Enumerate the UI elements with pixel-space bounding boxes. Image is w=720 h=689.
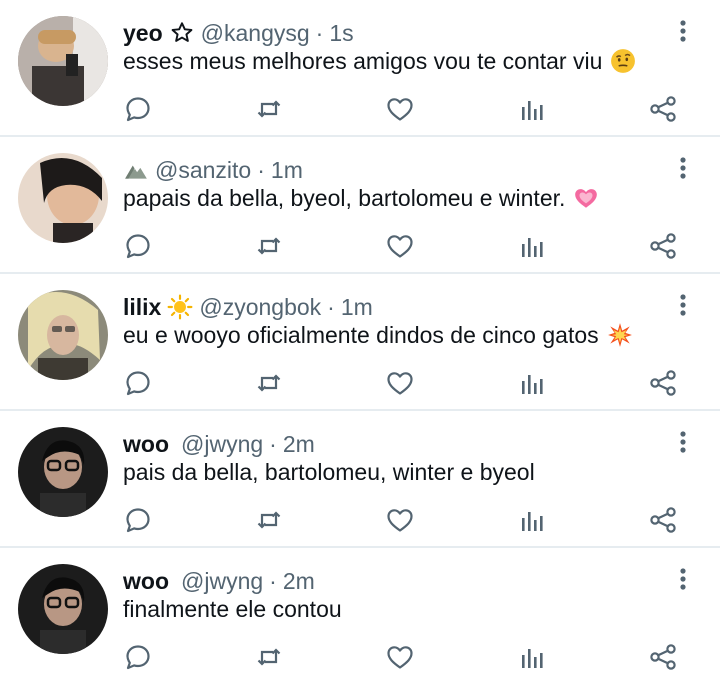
raised-eyebrow-face-icon — [610, 48, 636, 74]
action-bar — [0, 231, 720, 261]
reply-icon[interactable] — [123, 94, 153, 124]
display-name[interactable]: woo — [123, 429, 169, 459]
tweet-feed: yeo @kangysg · 1s esses meus melhores am… — [0, 0, 720, 685]
more-options-icon[interactable] — [672, 292, 694, 318]
tweet-body: eu e wooyo oficialmente dindos de cinco … — [123, 322, 599, 348]
more-options-icon[interactable] — [672, 18, 694, 44]
share-icon[interactable] — [648, 505, 678, 535]
action-bar — [0, 368, 720, 398]
user-handle[interactable]: @jwyng — [181, 566, 263, 596]
separator: · — [257, 157, 265, 183]
reply-icon[interactable] — [123, 642, 153, 672]
reply-icon[interactable] — [123, 505, 153, 535]
separator: · — [269, 568, 277, 594]
tweet-body: finalmente ele contou — [123, 596, 342, 622]
user-handle[interactable]: @zyongbok — [199, 292, 321, 322]
reply-icon[interactable] — [123, 368, 153, 398]
share-icon[interactable] — [648, 94, 678, 124]
tweet-header: yeo @kangysg · 1s — [123, 18, 354, 48]
more-options-icon[interactable] — [672, 566, 694, 592]
tweet-text: pais da bella, bartolomeu, winter e byeo… — [123, 457, 535, 487]
display-name[interactable]: yeo — [123, 18, 163, 48]
tweet-body: papais da bella, byeol, bartolomeu e win… — [123, 185, 566, 211]
heart-icon[interactable] — [385, 368, 415, 398]
stats-icon[interactable] — [517, 368, 547, 398]
retweet-icon[interactable] — [254, 94, 284, 124]
star-outline-icon — [169, 20, 195, 46]
stats-icon[interactable] — [517, 94, 547, 124]
tweet-body: esses meus melhores amigos vou te contar… — [123, 48, 603, 74]
display-name[interactable]: lilix — [123, 292, 161, 322]
separator: · — [269, 431, 277, 457]
tweet-text: finalmente ele contou — [123, 594, 342, 624]
collision-icon — [607, 322, 633, 348]
heart-icon[interactable] — [385, 505, 415, 535]
tweet-text: papais da bella, byeol, bartolomeu e win… — [123, 183, 599, 213]
share-icon[interactable] — [648, 368, 678, 398]
heart-icon[interactable] — [385, 642, 415, 672]
retweet-icon[interactable] — [254, 642, 284, 672]
timestamp[interactable]: 2m — [283, 429, 315, 459]
share-icon[interactable] — [648, 642, 678, 672]
timestamp[interactable]: 1s — [329, 18, 353, 48]
tweet-text: eu e wooyo oficialmente dindos de cinco … — [123, 320, 633, 350]
sun-icon — [167, 294, 193, 320]
tweet[interactable]: lilix @zyongbok · 1m eu e wooyo oficialm… — [0, 274, 720, 411]
growing-heart-icon — [573, 185, 599, 211]
tweet-header: woo @jwyng · 2m — [123, 429, 315, 459]
tweet-header: @sanzito · 1m — [123, 155, 303, 185]
avatar[interactable] — [18, 290, 108, 380]
reply-icon[interactable] — [123, 231, 153, 261]
user-handle[interactable]: @jwyng — [181, 429, 263, 459]
timestamp[interactable]: 1m — [271, 155, 303, 185]
stats-icon[interactable] — [517, 505, 547, 535]
display-name[interactable]: woo — [123, 566, 169, 596]
user-handle[interactable]: @kangysg — [201, 18, 310, 48]
tweet[interactable]: @sanzito · 1m papais da bella, byeol, ba… — [0, 137, 720, 274]
heart-icon[interactable] — [385, 94, 415, 124]
stats-icon[interactable] — [517, 642, 547, 672]
user-handle[interactable]: @sanzito — [155, 155, 251, 185]
retweet-icon[interactable] — [254, 231, 284, 261]
tweet[interactable]: woo @jwyng · 2m finalmente ele contou — [0, 548, 720, 685]
tweet[interactable]: yeo @kangysg · 1s esses meus melhores am… — [0, 0, 720, 137]
retweet-icon[interactable] — [254, 368, 284, 398]
action-bar — [0, 94, 720, 124]
timestamp[interactable]: 2m — [283, 566, 315, 596]
action-bar — [0, 505, 720, 535]
tweet-header: woo @jwyng · 2m — [123, 566, 315, 596]
separator: · — [315, 20, 324, 46]
separator: · — [327, 294, 335, 320]
action-bar — [0, 642, 720, 672]
mountain-icon — [123, 157, 149, 183]
avatar[interactable] — [18, 427, 108, 517]
avatar[interactable] — [18, 564, 108, 654]
tweet-text: esses meus melhores amigos vou te contar… — [123, 46, 636, 76]
tweet-body: pais da bella, bartolomeu, winter e byeo… — [123, 459, 535, 485]
retweet-icon[interactable] — [254, 505, 284, 535]
timestamp[interactable]: 1m — [341, 292, 373, 322]
avatar[interactable] — [18, 153, 108, 243]
more-options-icon[interactable] — [672, 429, 694, 455]
stats-icon[interactable] — [517, 231, 547, 261]
tweet-header: lilix @zyongbok · 1m — [123, 292, 373, 322]
heart-icon[interactable] — [385, 231, 415, 261]
share-icon[interactable] — [648, 231, 678, 261]
tweet[interactable]: woo @jwyng · 2m pais da bella, bartolome… — [0, 411, 720, 548]
avatar[interactable] — [18, 16, 108, 106]
more-options-icon[interactable] — [672, 155, 694, 181]
